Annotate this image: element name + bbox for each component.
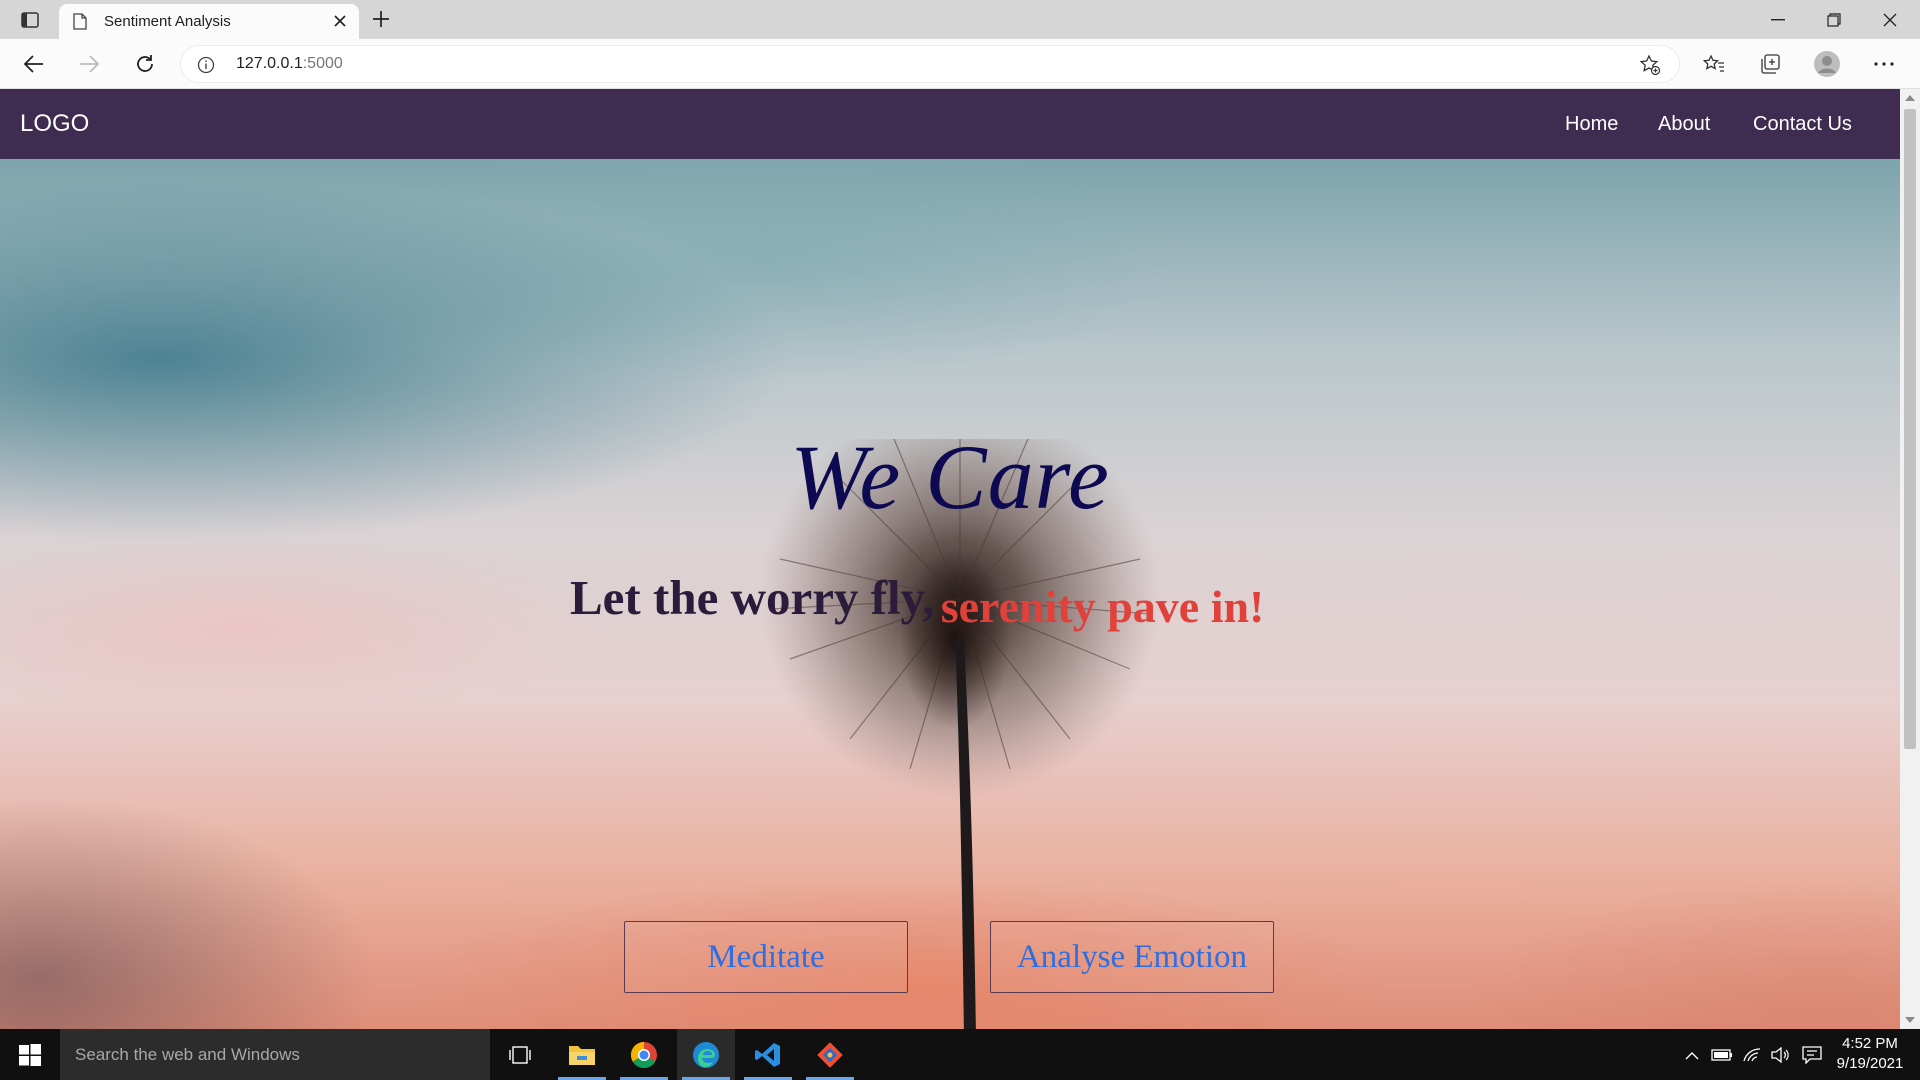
site-logo[interactable]: LOGO <box>20 110 89 138</box>
close-tab-icon[interactable] <box>333 13 347 32</box>
show-hidden-icons-icon[interactable] <box>1682 1043 1702 1067</box>
edge-icon[interactable] <box>677 1029 735 1080</box>
scroll-down-icon[interactable] <box>1905 1017 1915 1023</box>
scroll-thumb[interactable] <box>1904 109 1916 749</box>
hero-subtitle-part1: Let the worry fly, <box>570 570 935 625</box>
minimize-icon[interactable] <box>1750 0 1806 39</box>
git-icon[interactable] <box>801 1029 859 1080</box>
browser-tab[interactable]: Sentiment Analysis <box>59 4 359 39</box>
favorites-icon[interactable] <box>1697 48 1731 80</box>
page-scrollbar[interactable] <box>1900 89 1920 1029</box>
meditate-button[interactable]: Meditate <box>624 921 908 993</box>
hero-subtitle-part2: serenity pave in! <box>940 581 1265 632</box>
windows-taskbar: Search the web and Windows 4:52 PM 9/19/… <box>0 1029 1920 1080</box>
site-navbar: LOGO Home About Contact Us <box>0 89 1900 159</box>
task-view-icon[interactable] <box>491 1029 549 1080</box>
refresh-icon[interactable] <box>128 48 162 80</box>
nav-link-contact[interactable]: Contact Us <box>1753 113 1852 136</box>
url-host: 127.0.0.1 <box>236 55 303 72</box>
restore-icon[interactable] <box>1806 0 1862 39</box>
clock-date: 9/19/2021 <box>1836 1055 1904 1072</box>
file-explorer-icon[interactable] <box>553 1029 611 1080</box>
wifi-icon[interactable] <box>1740 1043 1764 1067</box>
browser-toolbar: 127.0.0.1:5000 <box>0 39 1920 89</box>
tab-title: Sentiment Analysis <box>104 13 231 30</box>
taskbar-search-box[interactable]: Search the web and Windows <box>60 1029 490 1080</box>
back-icon[interactable] <box>17 48 51 80</box>
hero-section: We Care Let the worry fly, serenity pave … <box>0 159 1900 1029</box>
close-window-icon[interactable] <box>1862 0 1918 39</box>
action-center-icon[interactable] <box>1800 1043 1824 1067</box>
battery-icon[interactable] <box>1710 1043 1734 1067</box>
windows-start-icon[interactable] <box>0 1029 60 1080</box>
site-info-icon[interactable] <box>197 56 215 78</box>
chrome-icon[interactable] <box>615 1029 673 1080</box>
collections-icon[interactable] <box>1753 48 1787 80</box>
scroll-up-icon[interactable] <box>1905 95 1915 101</box>
tab-actions-icon[interactable] <box>14 6 46 34</box>
new-tab-icon[interactable] <box>368 6 394 32</box>
profile-avatar[interactable] <box>1810 48 1844 80</box>
address-bar[interactable]: 127.0.0.1:5000 <box>180 45 1680 83</box>
nav-link-home[interactable]: Home <box>1565 113 1618 136</box>
nav-link-about[interactable]: About <box>1658 113 1710 136</box>
more-options-icon[interactable] <box>1867 48 1901 80</box>
hero-subtitle: Let the worry fly, serenity pave in! <box>570 569 1264 632</box>
taskbar-search-placeholder: Search the web and Windows <box>75 1045 300 1064</box>
vscode-icon[interactable] <box>739 1029 797 1080</box>
volume-icon[interactable] <box>1768 1043 1792 1067</box>
clock-time: 4:52 PM <box>1842 1035 1898 1052</box>
url-port: :5000 <box>302 55 343 72</box>
hero-title: We Care <box>790 426 1110 528</box>
url-text[interactable]: 127.0.0.1:5000 <box>236 55 343 73</box>
analyse-emotion-button[interactable]: Analyse Emotion <box>990 921 1274 993</box>
browser-tab-bar: Sentiment Analysis <box>0 0 1920 39</box>
forward-icon[interactable] <box>72 48 106 80</box>
taskbar-clock[interactable]: 4:52 PM 9/19/2021 <box>1830 1034 1910 1074</box>
page-icon <box>73 13 87 34</box>
page-viewport: LOGO Home About Contact Us We Care Let t… <box>0 89 1900 1029</box>
add-favorite-icon[interactable] <box>1639 54 1661 80</box>
